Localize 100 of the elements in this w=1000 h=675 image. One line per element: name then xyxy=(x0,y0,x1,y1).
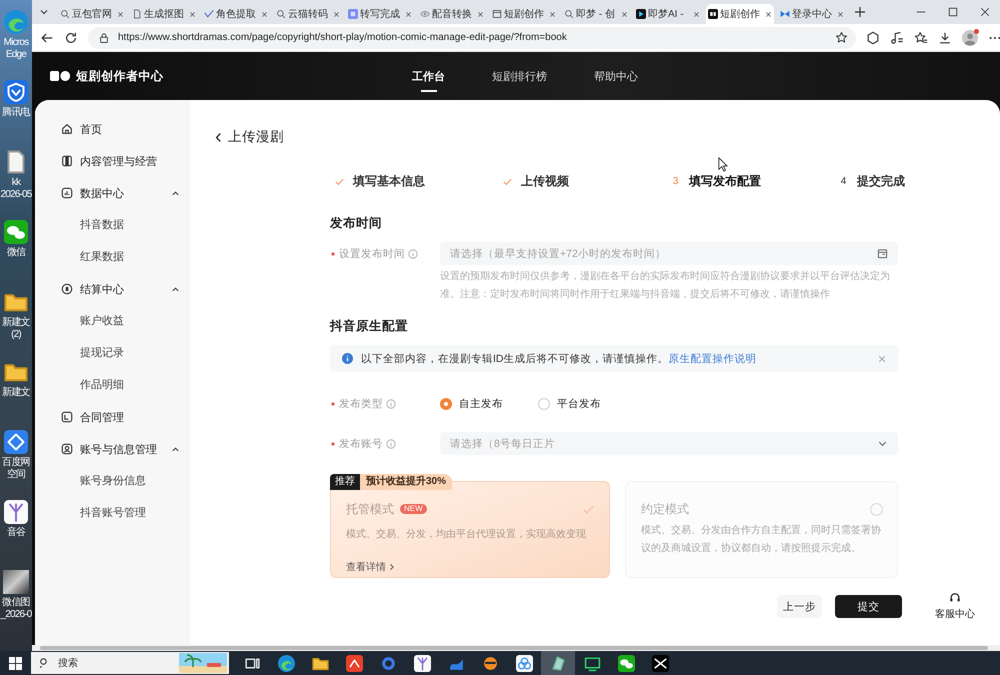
close-icon[interactable] xyxy=(549,10,556,18)
chevron-left-icon xyxy=(215,132,222,142)
browser-tab[interactable]: 登录中心 xyxy=(778,4,846,24)
browser-tab[interactable]: 云猫转码 xyxy=(274,4,342,24)
beach-illustration-drawing[interactable] xyxy=(179,653,227,673)
back-arrow-icon[interactable] xyxy=(40,30,54,44)
search-icon xyxy=(60,9,70,19)
desktop-icon-label: (2) xyxy=(11,329,21,341)
account-select[interactable]: 请选择（8号每日正片 xyxy=(440,432,898,455)
browser-tab[interactable]: 短剧创作 xyxy=(490,4,558,24)
close-icon[interactable] xyxy=(117,10,124,18)
close-icon[interactable] xyxy=(837,10,844,18)
close-icon[interactable] xyxy=(765,10,772,18)
lock-icon[interactable] xyxy=(98,32,110,44)
step-number: 4 xyxy=(840,176,848,186)
close-icon[interactable] xyxy=(333,10,340,18)
chevron-up-icon[interactable] xyxy=(171,444,180,454)
details-link[interactable]: 查看详情 xyxy=(346,560,395,574)
page-icon xyxy=(132,9,142,19)
calendar-icon[interactable] xyxy=(877,248,888,259)
browser-tab[interactable]: 配音转换 xyxy=(418,4,486,24)
sidebar-item[interactable]: 首页 xyxy=(61,113,180,145)
chat-bubbles-icon[interactable] xyxy=(4,220,28,244)
chat-bubbles-icon xyxy=(618,654,634,672)
tile-logo-icon xyxy=(346,654,362,672)
info-icon xyxy=(342,353,353,364)
sidebar-item[interactable]: 账号与信息管理 xyxy=(61,433,180,465)
step-label: 提交完成 xyxy=(857,172,905,190)
desktop-icon-label: kk xyxy=(12,177,20,189)
back-link[interactable]: 上传漫剧 xyxy=(215,127,284,147)
sidebar-subitem[interactable]: 账户收益 xyxy=(80,305,124,337)
browser-tab[interactable]: 转写完成 xyxy=(346,4,414,24)
download-icon[interactable] xyxy=(938,30,952,44)
browser-tab[interactable]: 即梦 - 创 xyxy=(562,4,630,24)
close-icon[interactable] xyxy=(693,10,700,18)
headset-icon[interactable] xyxy=(949,592,961,604)
sidebar-item[interactable]: 数据中心 xyxy=(61,177,180,209)
close-icon[interactable] xyxy=(980,7,990,17)
photo-placeholder[interactable] xyxy=(2,570,29,594)
desktop-icon-label: 微信图 xyxy=(2,597,30,609)
favorites-icon[interactable] xyxy=(914,30,928,44)
sidebar-item[interactable]: 内容管理与经营 xyxy=(61,145,180,177)
start-icon[interactable] xyxy=(9,656,22,670)
radio-option[interactable]: 自主发布 xyxy=(440,396,503,410)
bowtie-logo-icon xyxy=(652,654,668,672)
browser-tab[interactable]: 短剧创作 xyxy=(706,4,774,24)
close-icon[interactable] xyxy=(477,10,484,18)
sidebar-subitem[interactable]: 红果数据 xyxy=(80,241,124,273)
desktop-icon-label: 微信 xyxy=(6,247,26,259)
new-badge: NEW xyxy=(400,504,427,514)
sidebar-subitem[interactable]: 抖音账号管理 xyxy=(80,497,146,529)
avatar-icon[interactable] xyxy=(962,30,978,46)
mode-title: 约定模式 xyxy=(641,500,689,518)
section-title: 发布时间 xyxy=(330,215,382,232)
mouse-cursor-icon xyxy=(718,157,728,172)
address-bar[interactable]: https://www.shortdramas.com/page/copyright/short-play/motion-comic-manage-edit-page/?from=book xyxy=(88,26,856,48)
plus-icon[interactable] xyxy=(854,6,866,18)
sidebar-subitem[interactable]: 抖音数据 xyxy=(80,209,124,241)
recommend-tag: 推荐 xyxy=(330,474,360,490)
diamond-logo-icon[interactable] xyxy=(4,430,28,454)
sidebar-item[interactable]: 合同管理 xyxy=(61,401,180,433)
maximize-icon[interactable] xyxy=(948,7,958,17)
sidebar-subitem[interactable]: 账号身份信息 xyxy=(80,465,146,497)
square-logo-icon xyxy=(348,9,358,19)
reload-icon[interactable] xyxy=(64,30,78,44)
sidebar-item[interactable]: 结算中心 xyxy=(61,273,180,305)
close-icon[interactable] xyxy=(621,10,628,18)
desktop-icon-label: 音谷 xyxy=(6,527,26,539)
close-icon[interactable] xyxy=(405,10,412,18)
music-list-icon[interactable] xyxy=(890,30,904,44)
browser-tab[interactable]: 豆包官网 xyxy=(58,4,126,24)
branch-logo-icon[interactable] xyxy=(4,500,28,524)
previous-button[interactable]: 上一步 xyxy=(777,595,822,618)
close-icon[interactable] xyxy=(261,10,268,18)
sidebar-subitem[interactable]: 作品明细 xyxy=(80,369,124,401)
step-number: 3 xyxy=(672,176,680,186)
sidebar-subitem[interactable]: 提现记录 xyxy=(80,337,124,369)
alert-text: 以下全部内容，在漫剧专辑ID生成后将不可修改，请谨慎操作。 xyxy=(361,352,668,366)
shield-icon[interactable] xyxy=(4,80,28,104)
chart-icon xyxy=(61,187,73,199)
chevron-up-icon[interactable] xyxy=(171,188,180,198)
window-icon xyxy=(492,9,502,19)
contract-icon xyxy=(61,411,73,423)
star-icon[interactable] xyxy=(835,31,848,44)
browser-tab[interactable]: 生成抠图 xyxy=(130,4,198,24)
browser-tab[interactable]: 即梦AI - xyxy=(634,4,702,24)
chevron-up-icon[interactable] xyxy=(171,284,180,294)
coin-icon xyxy=(61,283,73,295)
hexagon-icon[interactable] xyxy=(866,30,880,44)
radio-option[interactable]: 平台发布 xyxy=(538,396,601,410)
guide-link[interactable]: 原生配置操作说明 xyxy=(668,352,756,366)
desktop-icon-label: 新建文 xyxy=(2,387,30,399)
chevron-right-icon xyxy=(389,563,395,571)
desktop-icon-label: Micros xyxy=(4,37,28,49)
browser-tab[interactable]: 角色提取 xyxy=(202,4,270,24)
support-label[interactable]: 客服中心 xyxy=(935,607,975,621)
close-icon[interactable] xyxy=(189,10,196,18)
submit-button[interactable]: 提交 xyxy=(835,595,902,618)
horizontal-scrollbar[interactable] xyxy=(32,645,1000,651)
date-picker-field[interactable]: 请选择（最早支持设置+72小时的发布时间） xyxy=(440,242,898,265)
